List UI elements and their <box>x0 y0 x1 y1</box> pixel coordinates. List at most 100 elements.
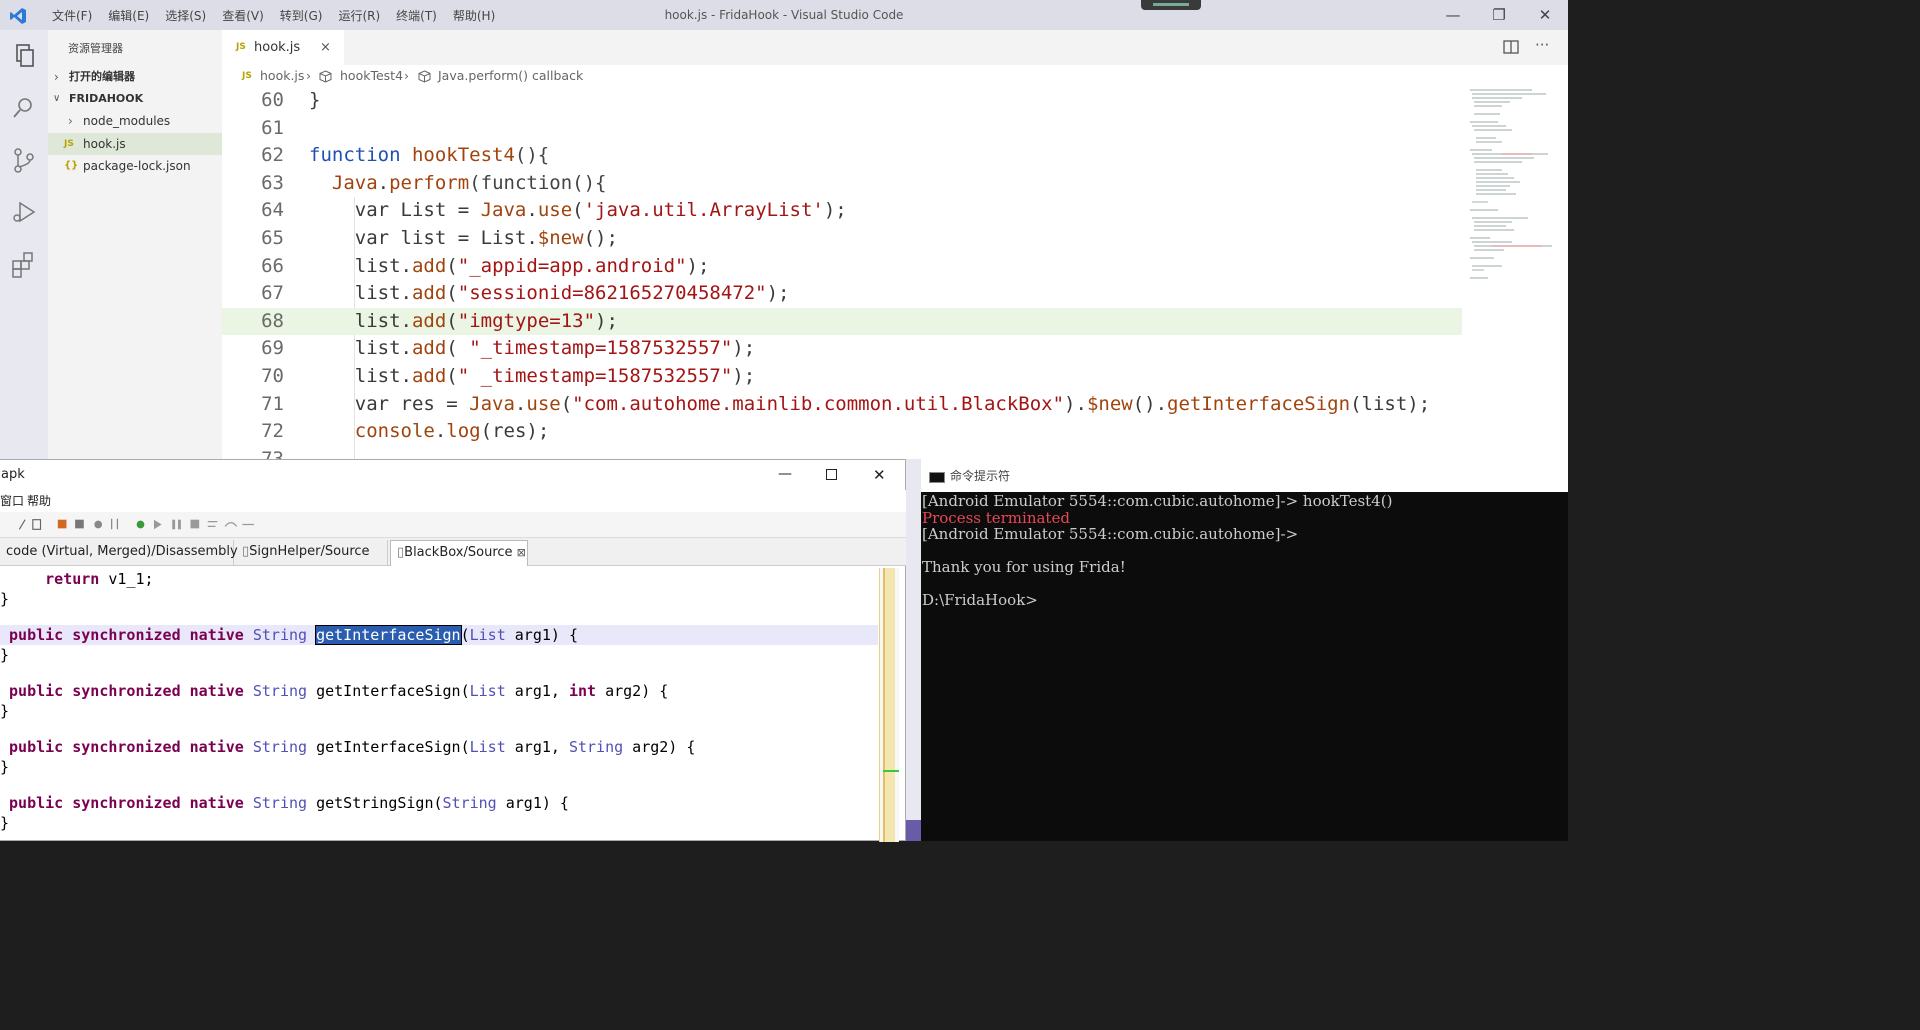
breadcrumb-function[interactable]: hookTest4 <box>340 65 403 87</box>
js-file-icon: JS <box>64 139 74 149</box>
open-editors-section[interactable]: › 打开的编辑器 <box>48 66 222 88</box>
source-line: public synchronized native String getInt… <box>9 738 696 756</box>
restore-icon: ❐ <box>1492 6 1506 24</box>
maximize-icon[interactable] <box>826 469 837 480</box>
tab-signhelper-source[interactable]: ▯SignHelper/Source <box>236 540 388 566</box>
menu-selection[interactable]: 选择(S) <box>157 7 214 24</box>
tree-item-node-modules[interactable]: › node_modules <box>48 110 222 132</box>
run-debug-icon[interactable] <box>8 196 40 228</box>
restore-button[interactable]: ❐ <box>1476 0 1522 30</box>
terminal-output[interactable]: [Android Emulator 5554::com.cubic.autoho… <box>921 492 1568 841</box>
tab-hook-js[interactable]: JS hook.js × <box>222 30 344 65</box>
source-line: } <box>0 590 10 608</box>
code-line: 71 var res = Java.use("com.autohome.main… <box>261 392 1431 415</box>
close-tab-icon[interactable]: ⊠ <box>517 546 526 559</box>
jeb-toolbar <box>0 512 906 538</box>
source-line: } <box>0 702 10 720</box>
menu-help[interactable]: 帮助(H) <box>445 7 503 24</box>
js-file-icon: JS <box>242 71 252 81</box>
overview-scrollbar[interactable] <box>879 568 899 842</box>
close-tab-icon[interactable]: × <box>320 30 331 65</box>
cmd-title-bar: 命令提示符 <box>921 461 1568 492</box>
jeb-decompiler-window: apk — ✕ 窗口 帮助 code (Virtual, Merged)/Dis… <box>0 459 906 842</box>
menu-edit[interactable]: 编辑(E) <box>100 7 157 24</box>
code-line: 67 list.add("sessionid=862165270458472")… <box>261 282 790 305</box>
menu-terminal[interactable]: 终端(T) <box>388 7 445 24</box>
breadcrumb: JS hook.js › hookTest4 › Java.perform() … <box>222 65 1462 87</box>
method-cube-icon <box>319 70 332 83</box>
chevron-right-icon: › <box>68 114 73 128</box>
source-line: } <box>0 646 10 664</box>
jeb-menu-bar: 窗口 帮助 <box>0 490 906 512</box>
terminal-line: Thank you for using Frida! <box>922 558 1126 576</box>
code-line: 64 var List = Java.use('java.util.ArrayL… <box>261 199 847 222</box>
decompiled-source-view[interactable]: return v1_1; } public synchronized nativ… <box>0 566 878 842</box>
code-line: 62 function hookTest4(){ <box>261 144 550 167</box>
minimize-icon[interactable]: — <box>778 459 792 489</box>
editor-area: JS hook.js × ··· JS hook.js › hookTest4 … <box>222 30 1568 460</box>
source-line: } <box>0 814 10 832</box>
scroll-track <box>883 568 895 842</box>
jeb-tab-bar: code (Virtual, Merged)/Disassembly ▯Sign… <box>0 538 906 566</box>
menu-help[interactable]: 帮助 <box>27 490 51 512</box>
minimize-icon: — <box>1445 6 1461 24</box>
menu-file[interactable]: 文件(F) <box>44 7 100 24</box>
explorer-title: 资源管理器 <box>68 42 123 55</box>
command-prompt-window: 命令提示符 [Android Emulator 5554::com.cubic.… <box>921 461 1568 841</box>
source-line: public synchronized native String getStr… <box>9 794 569 812</box>
taskbar-preview <box>1141 0 1201 10</box>
minimap[interactable] <box>1462 87 1558 460</box>
title-bar: hook.js - FridaHook - Visual Studio Code… <box>0 0 1568 30</box>
source-line: public synchronized native String getInt… <box>9 682 669 700</box>
close-window-button[interactable]: ✕ <box>1522 0 1568 30</box>
js-file-icon: JS <box>236 42 246 52</box>
menu-bar: 文件(F) 编辑(E) 选择(S) 查看(V) 转到(G) 运行(R) 终端(T… <box>44 0 503 30</box>
toolbar-buttons <box>57 518 254 530</box>
code-line: 72 console.log(res); <box>261 420 550 443</box>
code-editor[interactable]: 60} 61 62 function hookTest4(){ 63 Java.p… <box>222 87 1462 460</box>
jeb-title-bar: apk — ✕ <box>0 460 906 490</box>
code-line: 65 var list = List.$new(); <box>261 227 618 249</box>
code-line: 60} <box>261 89 321 111</box>
terminal-prompt: D:\FridaHook> <box>922 591 1038 609</box>
minimize-button[interactable]: — <box>1430 0 1476 30</box>
source-line: } <box>0 758 10 776</box>
cmd-icon <box>929 472 945 483</box>
menu-go[interactable]: 转到(G) <box>272 7 331 24</box>
cmd-window-title: 命令提示符 <box>950 469 1011 483</box>
extensions-icon[interactable] <box>8 248 40 280</box>
menu-window[interactable]: 窗口 <box>0 490 24 512</box>
explorer-panel: 资源管理器 › 打开的编辑器 ∨ FRIDAHOOK › node_module… <box>48 30 222 460</box>
terminal-line: [Android Emulator 5554::com.cubic.autoho… <box>922 525 1299 543</box>
editor-tab-bar: JS hook.js × ··· <box>222 30 1568 65</box>
menu-view[interactable]: 查看(V) <box>214 7 272 24</box>
explorer-icon[interactable] <box>8 40 40 72</box>
close-icon[interactable]: ✕ <box>873 460 886 490</box>
tab-blackbox-source[interactable]: ▯BlackBox/Source ⊠ <box>390 540 528 566</box>
code-line: 66 list.add("_appid=app.android"); <box>261 254 710 277</box>
breadcrumb-callback[interactable]: Java.perform() callback <box>438 65 583 87</box>
chevron-down-icon: ∨ <box>53 93 61 104</box>
code-line-current: 68 list.add("imgtype=13"); <box>222 307 1462 336</box>
code-line: 63 Java.perform(function(){ <box>261 171 607 194</box>
code-line: 69 list.add( "_timestamp=1587532557"); <box>261 337 756 360</box>
close-icon: ✕ <box>1538 6 1552 24</box>
search-icon[interactable] <box>8 92 40 124</box>
menu-run[interactable]: 运行(R) <box>330 7 388 24</box>
breadcrumb-file[interactable]: hook.js <box>260 65 304 87</box>
desktop-strip <box>906 820 921 841</box>
code-line: 61 <box>261 116 284 139</box>
tree-item-hook-js[interactable]: JS hook.js <box>48 133 222 155</box>
chevron-right-icon: › <box>54 70 59 84</box>
source-control-icon[interactable] <box>8 144 40 176</box>
terminal-line: [Android Emulator 5554::com.cubic.autoho… <box>922 492 1393 510</box>
more-actions-icon[interactable]: ··· <box>1535 36 1549 54</box>
split-editor-icon[interactable] <box>1503 40 1519 54</box>
position-marker <box>883 770 899 772</box>
code-line: 70 list.add(" _timestamp=1587532557"); <box>261 365 756 387</box>
selected-method-name[interactable]: getInterfaceSign <box>315 625 462 645</box>
source-line: return v1_1; <box>9 570 154 588</box>
tab-disassembly[interactable]: code (Virtual, Merged)/Disassembly <box>0 540 238 566</box>
tree-item-package-lock[interactable]: {} package-lock.json <box>48 155 222 177</box>
project-folder[interactable]: ∨ FRIDAHOOK <box>48 88 222 110</box>
